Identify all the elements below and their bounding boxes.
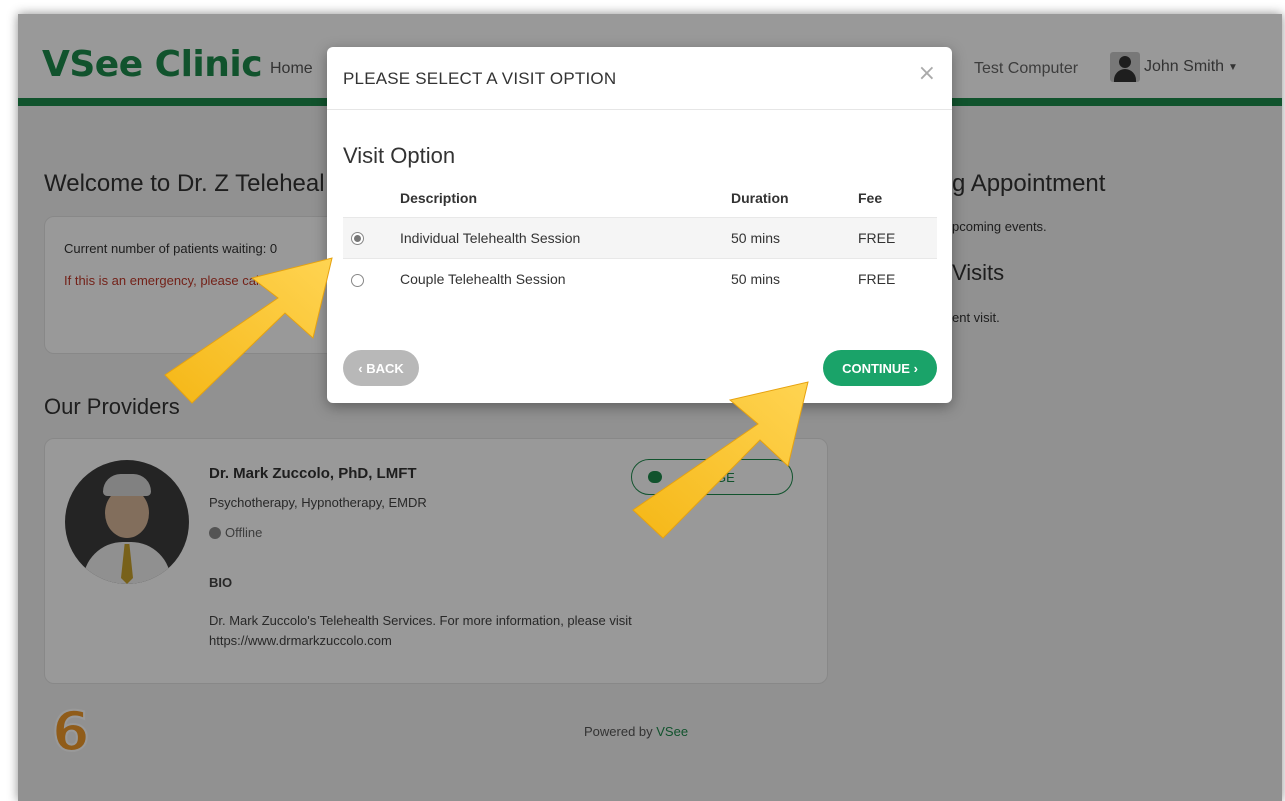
column-header-fee: Fee <box>858 189 883 206</box>
visit-option-modal: PLEASE SELECT A VISIT OPTION × Visit Opt… <box>327 47 952 403</box>
table-row[interactable]: Couple Telehealth Session 50 mins FREE <box>343 257 937 299</box>
column-header-description: Description <box>400 189 478 206</box>
table-header-row: Description Duration Fee <box>343 179 937 217</box>
modal-title: PLEASE SELECT A VISIT OPTION <box>343 69 617 88</box>
visit-option-table: Description Duration Fee Individual Tele… <box>343 179 937 299</box>
visit-option-heading: Visit Option <box>343 143 456 168</box>
column-header-duration: Duration <box>731 189 789 206</box>
modal-divider <box>327 109 952 110</box>
app-window: VSee Clinic Home Test Computer John Smit… <box>18 14 1282 801</box>
continue-button[interactable]: CONTINUE › <box>823 350 937 386</box>
option-description: Individual Telehealth Session <box>400 216 731 258</box>
option-fee: FREE <box>858 257 937 299</box>
option-description: Couple Telehealth Session <box>400 257 731 299</box>
close-icon[interactable]: × <box>918 61 936 86</box>
radio-cell <box>343 216 400 258</box>
option-fee: FREE <box>858 216 937 258</box>
table-row[interactable]: Individual Telehealth Session 50 mins FR… <box>343 216 937 258</box>
radio-individual[interactable] <box>351 232 364 246</box>
column-header-select <box>343 179 400 217</box>
radio-couple[interactable] <box>351 273 364 287</box>
back-button[interactable]: ‹ BACK <box>343 350 419 386</box>
option-duration: 50 mins <box>731 216 858 258</box>
option-duration: 50 mins <box>731 257 858 299</box>
radio-cell <box>343 257 400 299</box>
